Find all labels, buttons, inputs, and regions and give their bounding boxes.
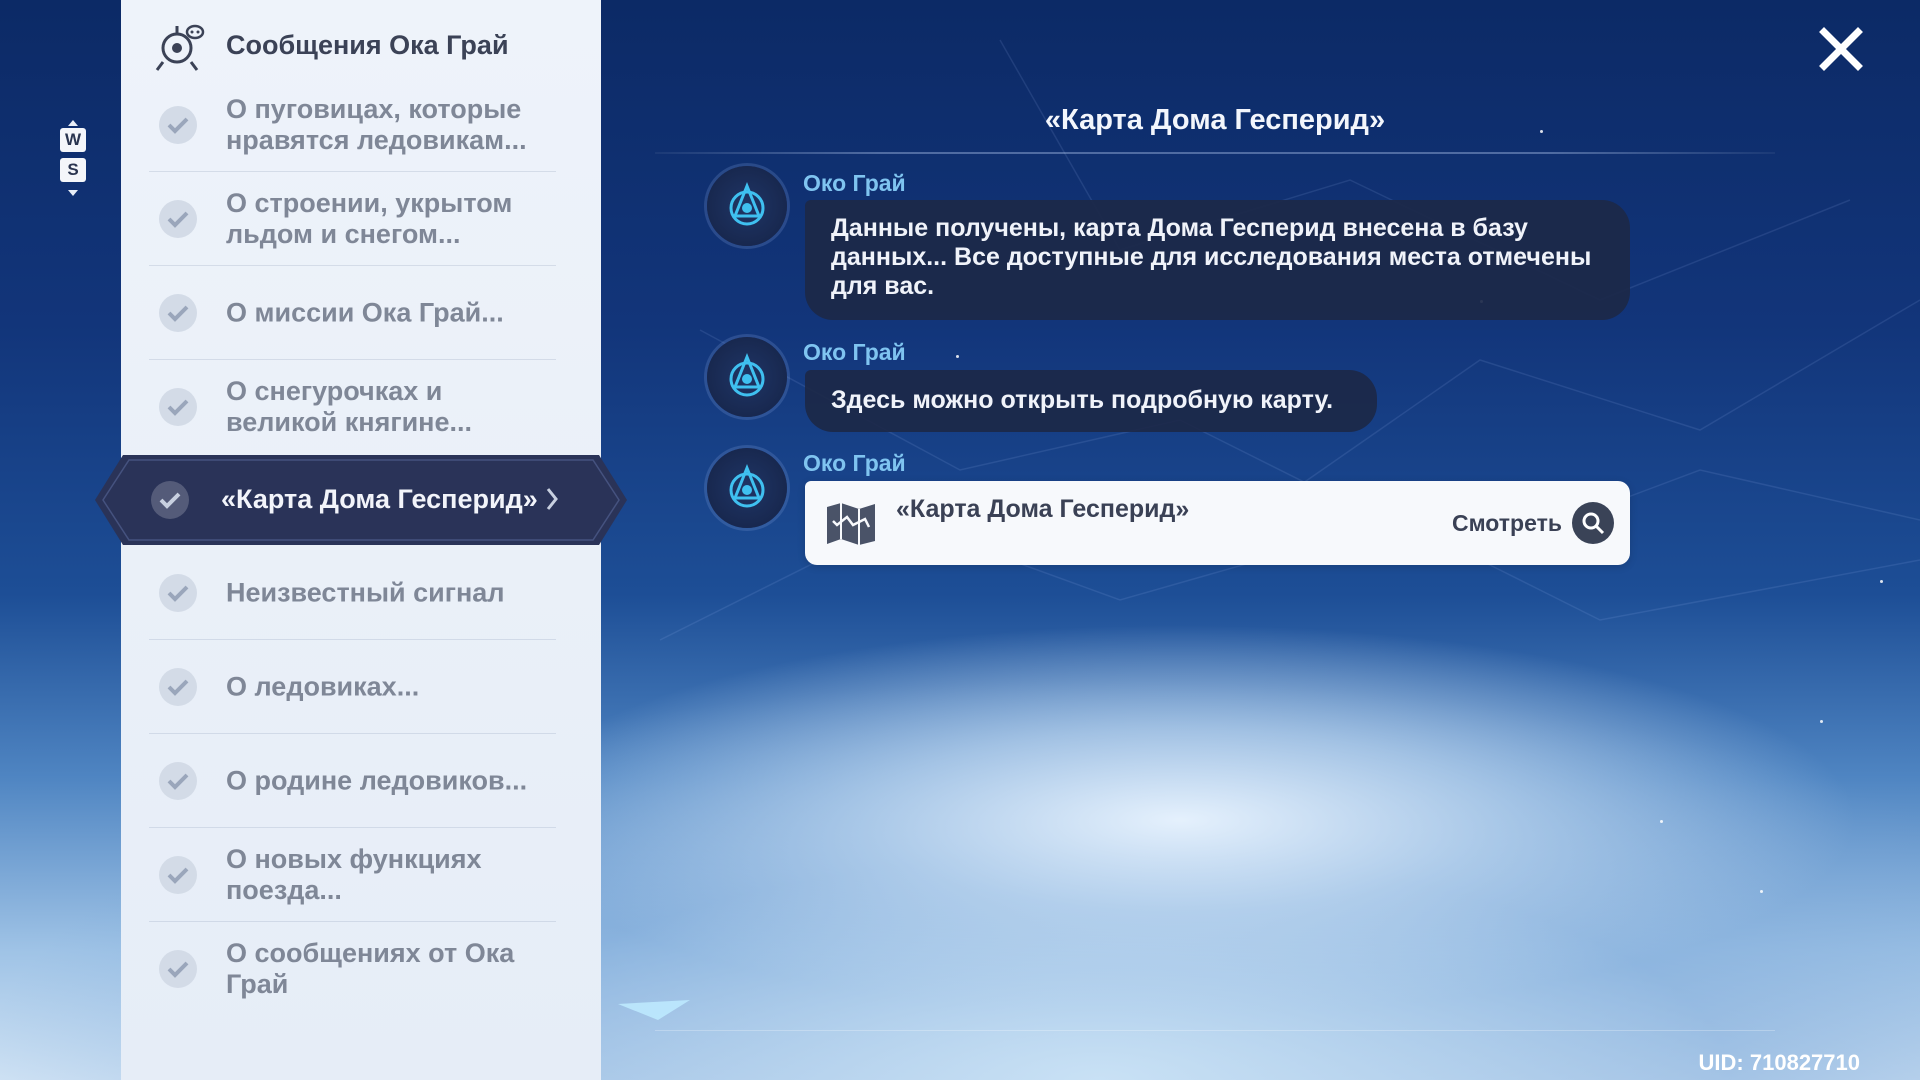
key-w[interactable]: W <box>60 128 86 152</box>
check-icon <box>159 574 197 612</box>
check-icon <box>159 950 197 988</box>
check-icon <box>159 294 197 332</box>
list-item[interactable]: О снегурочках и великой княгине... <box>121 360 601 454</box>
list-item[interactable]: О строении, укрытом льдом и снегом... <box>121 172 601 266</box>
list-item-label: О пуговицах, которые нравятся ледовикам.… <box>226 94 527 155</box>
list-item[interactable]: О сообщениях от Ока Грай <box>121 922 601 1016</box>
uid-label: UID: 710827710 <box>1698 1050 1860 1075</box>
list-item[interactable]: О новых функциях поезда... <box>121 828 601 922</box>
check-icon <box>159 856 197 894</box>
list-item-selected[interactable]: «Карта Дома Гесперид» <box>95 455 627 545</box>
close-icon[interactable] <box>1818 26 1864 72</box>
list-item-label: О сообщениях от Ока Грай <box>226 938 515 999</box>
view-button-label: Смотреть <box>1451 509 1562 536</box>
sender-name: Око Грай <box>803 170 906 196</box>
list-item-label: О миссии Ока Грай... <box>226 297 504 328</box>
eye-of-grey-icon <box>729 181 765 226</box>
map-attachment-card[interactable]: «Карта Дома Гесперид» Смотреть <box>805 481 1630 565</box>
eye-of-grey-icon <box>729 463 765 508</box>
list-item[interactable]: О пуговицах, которые нравятся ледовикам.… <box>121 78 601 172</box>
chevron-right-icon <box>546 488 558 510</box>
avatar <box>707 337 787 417</box>
list-item[interactable]: О родине ледовиков... <box>121 734 601 828</box>
message-bubble: Данные получены, карта Дома Гесперид вне… <box>805 200 1630 320</box>
check-icon <box>159 388 197 426</box>
arrow-down-icon <box>68 190 78 196</box>
avatar <box>707 166 787 246</box>
check-icon <box>159 200 197 238</box>
eye-device-icon <box>155 24 205 71</box>
star <box>1760 890 1763 893</box>
check-icon <box>159 106 197 144</box>
check-icon <box>159 762 197 800</box>
list-item-label: О новых функциях поезда... <box>226 844 482 905</box>
list-item[interactable]: О ледовиках... <box>121 640 601 734</box>
card-title: «Карта Дома Гесперид» <box>896 495 1190 523</box>
divider <box>655 152 1775 154</box>
star <box>1820 720 1823 723</box>
sidebar-title: Сообщения Ока Грай <box>226 30 509 60</box>
chat-title: «Карта Дома Гесперид» <box>1044 104 1386 136</box>
list-item-label: О родине ледовиков... <box>226 765 528 796</box>
scroll-keys: W S <box>56 120 90 196</box>
star <box>1880 580 1883 583</box>
message-bubble: Здесь можно открыть подробную карту. <box>805 370 1377 432</box>
list-item[interactable]: Неизвестный сигнал <box>121 546 601 640</box>
avatar <box>707 448 787 528</box>
sender-name: Око Грай <box>803 450 906 476</box>
view-button[interactable]: Смотреть <box>1452 501 1614 545</box>
key-s[interactable]: S <box>60 158 86 182</box>
scroll-down-indicator <box>618 1000 690 1020</box>
list-item-label: О ледовиках... <box>226 671 420 702</box>
list-item-label: Неизвестный сигнал <box>226 577 505 608</box>
divider <box>655 1030 1775 1031</box>
check-icon <box>159 668 197 706</box>
map-icon <box>827 503 875 545</box>
list-item[interactable]: О миссии Ока Грай... <box>121 266 601 360</box>
eye-of-grey-icon <box>729 352 765 397</box>
list-item-label: О строении, укрытом льдом и снегом... <box>226 188 513 249</box>
arrow-up-icon <box>68 120 78 126</box>
list-item-label: О снегурочках и великой княгине... <box>226 376 473 437</box>
sender-name: Око Грай <box>803 339 906 365</box>
search-icon[interactable] <box>1572 502 1614 544</box>
star <box>1660 820 1663 823</box>
list-item-label: «Карта Дома Гесперид» <box>221 484 538 514</box>
star <box>956 355 959 358</box>
check-icon <box>151 481 189 519</box>
